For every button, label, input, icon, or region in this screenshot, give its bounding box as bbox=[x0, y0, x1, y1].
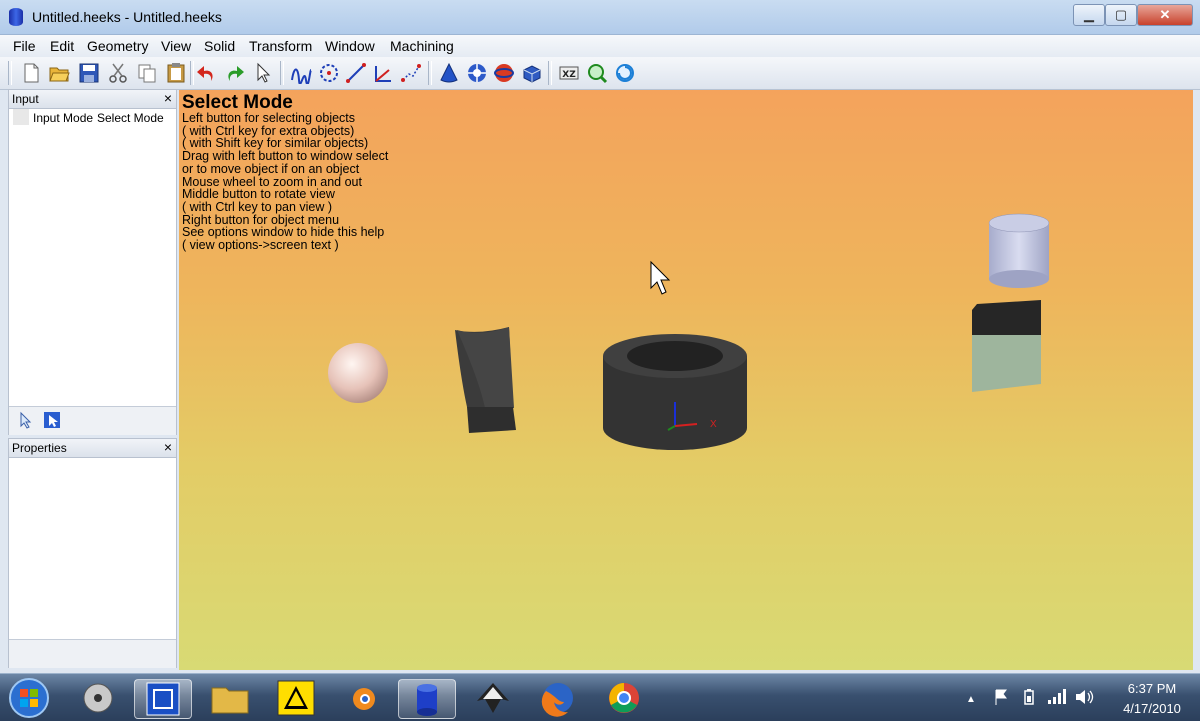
clock-date[interactable]: 4/17/2010 bbox=[1106, 701, 1198, 716]
toolbar: XZ bbox=[0, 57, 1200, 90]
toolbar-separator bbox=[280, 61, 284, 85]
curved-block-solid[interactable] bbox=[455, 327, 516, 433]
firefox-icon bbox=[541, 683, 573, 717]
input-panel: Input × Input Mode Select Mode bbox=[8, 89, 177, 435]
inkscape-warning-icon bbox=[277, 680, 315, 716]
windows-start-icon[interactable] bbox=[6, 676, 52, 720]
folder-icon bbox=[211, 687, 249, 714]
taskbar-chrome[interactable] bbox=[596, 679, 652, 717]
cube-solid[interactable] bbox=[972, 300, 1041, 392]
heekscad-icon bbox=[417, 684, 437, 716]
minimize-button[interactable]: ▁ bbox=[1073, 4, 1105, 26]
properties-panel-header: Properties × bbox=[9, 439, 176, 458]
cone-icon[interactable] bbox=[438, 62, 460, 84]
input-panel-header: Input × bbox=[9, 90, 176, 109]
menu-file[interactable]: File bbox=[13, 38, 36, 54]
cylinder-solid[interactable] bbox=[988, 213, 1050, 288]
pick-window-icon[interactable] bbox=[42, 410, 62, 430]
redraw-icon[interactable] bbox=[614, 62, 636, 84]
blender-icon bbox=[353, 688, 375, 710]
magnify-icon[interactable] bbox=[586, 62, 608, 84]
menu-transform[interactable]: Transform bbox=[249, 38, 312, 54]
volume-icon[interactable] bbox=[1074, 688, 1094, 706]
menu-bar: File Edit Geometry View Solid Transform … bbox=[0, 35, 1200, 57]
svg-text:XZ: XZ bbox=[562, 70, 576, 80]
new-file-icon[interactable] bbox=[20, 62, 42, 84]
menu-geometry[interactable]: Geometry bbox=[87, 38, 148, 54]
properties-panel: Properties × bbox=[8, 438, 177, 668]
show-hidden-icons-icon[interactable]: ▲ bbox=[966, 694, 976, 705]
properties-panel-close-icon[interactable]: × bbox=[164, 439, 172, 455]
maximize-button[interactable]: ▢ bbox=[1105, 4, 1137, 26]
chrome-icon bbox=[609, 683, 639, 713]
properties-panel-title: Properties bbox=[12, 441, 67, 455]
close-button[interactable]: ✕ bbox=[1137, 4, 1193, 26]
pick-arrow-icon[interactable] bbox=[15, 410, 35, 430]
mouse-cursor-icon bbox=[650, 260, 671, 295]
paste-icon[interactable] bbox=[165, 62, 187, 84]
taskbar-qcad[interactable] bbox=[134, 679, 192, 719]
toolbar-separator bbox=[548, 61, 552, 85]
copy-icon[interactable] bbox=[136, 62, 158, 84]
toolbar-grip bbox=[8, 61, 12, 85]
taskbar-inkscape[interactable] bbox=[465, 679, 521, 717]
xyz-view-icon[interactable]: XZ bbox=[558, 62, 580, 84]
circles-icon[interactable] bbox=[318, 62, 340, 84]
heekscad-app-icon bbox=[9, 8, 23, 26]
taskbar-firefox[interactable] bbox=[530, 679, 586, 717]
sphere-solid[interactable] bbox=[328, 343, 388, 403]
input-mode-column[interactable]: Input Mode bbox=[33, 111, 93, 125]
action-center-flag-icon[interactable] bbox=[992, 688, 1010, 706]
taskbar-blender[interactable] bbox=[334, 679, 390, 717]
menu-window[interactable]: Window bbox=[325, 38, 375, 54]
window-title: Untitled.heeks - Untitled.heeks bbox=[32, 9, 222, 25]
open-folder-icon[interactable] bbox=[48, 62, 70, 84]
title-bar: Untitled.heeks - Untitled.heeks ▁ ▢ ✕ bbox=[0, 0, 1200, 35]
toolbar-separator bbox=[190, 61, 194, 85]
coordinate-system-icon[interactable] bbox=[372, 62, 394, 84]
graphics-viewport[interactable]: Select Mode Left button for selecting ob… bbox=[179, 90, 1193, 670]
menu-edit[interactable]: Edit bbox=[50, 38, 74, 54]
input-panel-close-icon[interactable]: × bbox=[164, 90, 172, 106]
cut-icon[interactable] bbox=[107, 62, 129, 84]
inkscape-icon bbox=[477, 683, 509, 713]
qcad-icon bbox=[146, 682, 180, 716]
properties-panel-footer bbox=[9, 639, 176, 668]
taskbar-heekscad[interactable] bbox=[398, 679, 456, 719]
sphere-icon[interactable] bbox=[493, 62, 515, 84]
select-mode-column[interactable]: Select Mode bbox=[97, 111, 164, 125]
battery-icon[interactable] bbox=[1020, 688, 1038, 706]
menu-view[interactable]: View bbox=[161, 38, 191, 54]
input-panel-tools bbox=[9, 406, 176, 435]
clock-time[interactable]: 6:37 PM bbox=[1112, 681, 1192, 696]
revolve-icon[interactable] bbox=[466, 62, 488, 84]
taskbar-media-center[interactable] bbox=[70, 679, 126, 717]
menu-solid[interactable]: Solid bbox=[204, 38, 235, 54]
undo-icon[interactable] bbox=[195, 62, 217, 84]
taskbar-explorer[interactable] bbox=[202, 679, 258, 717]
ring-solid[interactable] bbox=[603, 334, 747, 450]
input-panel-title: Input bbox=[12, 92, 39, 106]
media-center-icon bbox=[83, 683, 113, 713]
sketch-icon[interactable] bbox=[290, 62, 312, 84]
redo-icon[interactable] bbox=[224, 62, 246, 84]
network-signal-icon[interactable] bbox=[1046, 688, 1066, 706]
input-grid-corner bbox=[13, 109, 29, 125]
lines-icon[interactable] bbox=[345, 62, 367, 84]
axis-x-label: X bbox=[710, 419, 717, 430]
points-icon[interactable] bbox=[400, 62, 422, 84]
scene-canvas: X bbox=[328, 213, 1050, 450]
extrude-icon[interactable] bbox=[521, 62, 543, 84]
taskbar-warning-app[interactable] bbox=[268, 679, 324, 717]
menu-machining[interactable]: Machining bbox=[390, 38, 454, 54]
save-icon[interactable] bbox=[78, 62, 100, 84]
toolbar-separator bbox=[428, 61, 432, 85]
select-arrow-icon[interactable] bbox=[252, 62, 274, 84]
taskbar: ▲ bbox=[0, 673, 1200, 721]
